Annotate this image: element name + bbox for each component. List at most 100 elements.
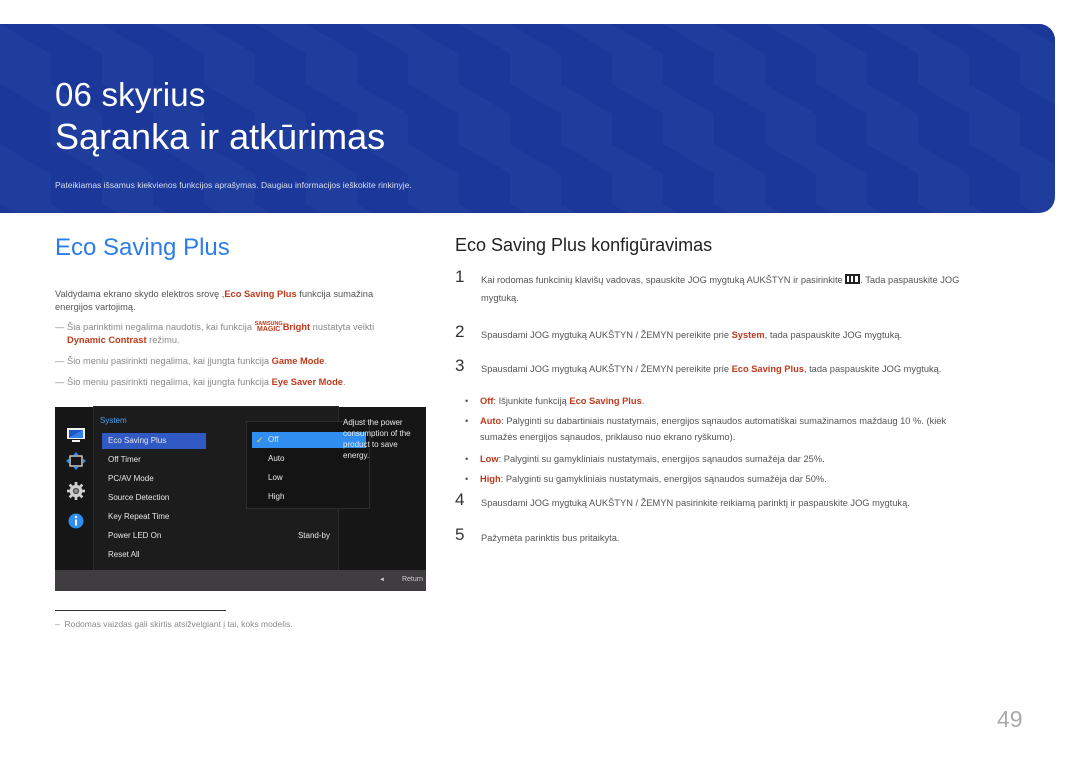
menu-grid-icon bbox=[845, 274, 861, 284]
cube-face bbox=[357, 24, 408, 114]
config-section-title: Eco Saving Plus konfigūravimas bbox=[455, 235, 713, 255]
cube-face bbox=[510, 204, 526, 213]
bullet-icon: • bbox=[465, 474, 469, 484]
bullet-body: : Palyginti su dabartiniais nustatymais,… bbox=[480, 416, 947, 442]
note-text: režimu. bbox=[146, 335, 180, 345]
cube-face bbox=[306, 24, 357, 54]
check-icon: ✓ bbox=[256, 435, 264, 445]
intro-highlight: Eco Saving Plus bbox=[224, 289, 297, 299]
osd-menu-item-off-timer[interactable]: Off Timer bbox=[102, 452, 206, 468]
logo-word: Bright bbox=[282, 322, 311, 332]
section-title: Eco Saving Plus bbox=[55, 234, 230, 261]
dash-icon: ― bbox=[55, 377, 65, 387]
cube-face bbox=[867, 144, 918, 213]
cube-face bbox=[867, 24, 918, 114]
osd-option-low[interactable]: Low bbox=[252, 470, 366, 486]
step-number: 4 bbox=[455, 490, 465, 509]
cube-face bbox=[612, 24, 663, 54]
bullet-text: Low: Palyginti su gamykliniais nustatyma… bbox=[480, 451, 980, 467]
cube-face bbox=[816, 24, 867, 54]
note-highlight: Game Mode bbox=[271, 356, 325, 366]
cube-face bbox=[765, 144, 816, 213]
step-highlight: Eco Saving Plus bbox=[731, 364, 804, 374]
footnote: – Rodomas vaizdas gali skirtis atsižvelg… bbox=[55, 619, 293, 629]
cube-face bbox=[0, 84, 51, 174]
bullet-label: Low bbox=[480, 454, 499, 464]
bullet-icon: • bbox=[465, 454, 469, 464]
intro-text: Valdydama ekrano skydo elektros srovę , bbox=[55, 289, 225, 299]
step-text-part: , tada paspauskite JOG mygtuką. bbox=[803, 364, 942, 374]
bullet-body: . bbox=[641, 396, 645, 406]
osd-menu-item-reset-all[interactable]: Reset All bbox=[102, 547, 206, 563]
chapter-banner: 06 skyrius Sąranka ir atkūrimas Pateikia… bbox=[0, 24, 1055, 213]
option-label: Off bbox=[268, 435, 279, 444]
return-button[interactable]: Return bbox=[402, 576, 423, 583]
step-text-part: , tada paspauskite JOG mygtuką. bbox=[764, 330, 903, 340]
note-text: Šio meniu pasirinkti negalima, kai įjung… bbox=[67, 377, 272, 387]
cube-face bbox=[1020, 84, 1055, 165]
system-gear-icon[interactable] bbox=[66, 482, 86, 500]
bullet-icon: • bbox=[465, 416, 469, 426]
osd-menu-screenshot: System Eco Saving Plus Off Timer PC/AV M… bbox=[55, 406, 426, 591]
cube-face bbox=[102, 204, 118, 213]
osd-menu-item-source-detection[interactable]: Source Detection bbox=[102, 490, 206, 506]
cube-face bbox=[204, 204, 220, 213]
cube-face bbox=[969, 24, 1020, 114]
cube-face bbox=[765, 24, 816, 114]
note-highlight: Eye Saver Mode bbox=[271, 377, 343, 387]
note-text: Šia parinktimi negalima naudotis, kai fu… bbox=[67, 322, 255, 332]
note-text: nustatyta veikti bbox=[310, 322, 375, 332]
step-text: Spausdami JOG mygtuką AUKŠTYN / ŽEMYN pa… bbox=[481, 498, 910, 508]
cube-face bbox=[969, 144, 1020, 213]
cube-face bbox=[408, 84, 459, 174]
step-number: 1 bbox=[455, 267, 465, 286]
cube-face bbox=[714, 204, 730, 213]
step-number: 5 bbox=[455, 525, 465, 544]
footnote-text: Rodomas vaizdas gali skirtis atsižvelgia… bbox=[64, 619, 293, 629]
cube-face bbox=[408, 204, 424, 213]
cube-face bbox=[255, 24, 306, 114]
step-text: Pažymėta parinktis bus pritaikyta. bbox=[481, 533, 620, 543]
osd-menu-item-pc-av-mode[interactable]: PC/AV Mode bbox=[102, 471, 206, 487]
note-text: . bbox=[324, 356, 327, 366]
cube-face bbox=[102, 24, 153, 54]
bullet-highlight: Eco Saving Plus bbox=[569, 396, 642, 406]
cube-face bbox=[561, 144, 612, 213]
bullet-label: Off bbox=[480, 396, 494, 406]
step-highlight: System bbox=[731, 330, 765, 340]
step-text: Kai rodomas funkcinių klavišų vadovas, s… bbox=[481, 271, 991, 307]
step-number: 3 bbox=[455, 356, 465, 375]
step-text: Spausdami JOG mygtuką AUKŠTYN / ŽEMYN pe… bbox=[481, 326, 991, 344]
chapter-description: Pateikiamas išsamus kiekvienos funkcijos… bbox=[55, 180, 412, 190]
step-text-part: Spausdami JOG mygtuką AUKŠTYN / ŽEMYN pe… bbox=[481, 364, 732, 374]
cube-face bbox=[0, 24, 51, 54]
picture-icon[interactable] bbox=[66, 426, 86, 444]
osd-menu-item-key-repeat-time[interactable]: Key Repeat Time bbox=[102, 509, 206, 525]
bullet-body: : Palyginti su gamykliniais nustatymais,… bbox=[500, 474, 827, 484]
onscreen-display-icon[interactable] bbox=[66, 452, 86, 470]
cube-face bbox=[510, 84, 561, 174]
left-arrow-icon: ◄ bbox=[379, 577, 385, 583]
chapter-number: 06 skyrius bbox=[55, 76, 206, 113]
dash-icon: – bbox=[55, 619, 60, 629]
cube-face bbox=[0, 204, 16, 213]
bullet-text: High: Palyginti su gamykliniais nustatym… bbox=[480, 471, 980, 487]
osd-help-text: Adjust the power consumption of the prod… bbox=[343, 418, 411, 460]
information-icon[interactable] bbox=[66, 512, 86, 530]
osd-footer: ◄ Return bbox=[55, 570, 426, 591]
power-led-value: Stand-by bbox=[297, 531, 330, 540]
osd-menu-item-power-led-on[interactable]: Power LED On bbox=[102, 528, 206, 544]
cube-face bbox=[561, 24, 612, 114]
cube-face bbox=[714, 24, 765, 54]
chapter-title: Sąranka ir atkūrimas bbox=[55, 116, 386, 157]
bullet-text: Auto: Palyginti su dabartiniais nustatym… bbox=[480, 413, 980, 445]
magicbright-logo: SAMSUNG MAGIC bbox=[255, 321, 283, 333]
osd-option-high[interactable]: High bbox=[252, 489, 366, 505]
cube-face bbox=[306, 204, 322, 213]
bullet-icon: • bbox=[465, 396, 469, 406]
cube-face bbox=[816, 204, 832, 213]
cube-face bbox=[510, 24, 561, 54]
bullet-body: : Išjunkite funkciją bbox=[493, 396, 570, 406]
page-number: 49 bbox=[997, 706, 1023, 732]
osd-menu-item-eco-saving-plus[interactable]: Eco Saving Plus bbox=[102, 433, 206, 449]
